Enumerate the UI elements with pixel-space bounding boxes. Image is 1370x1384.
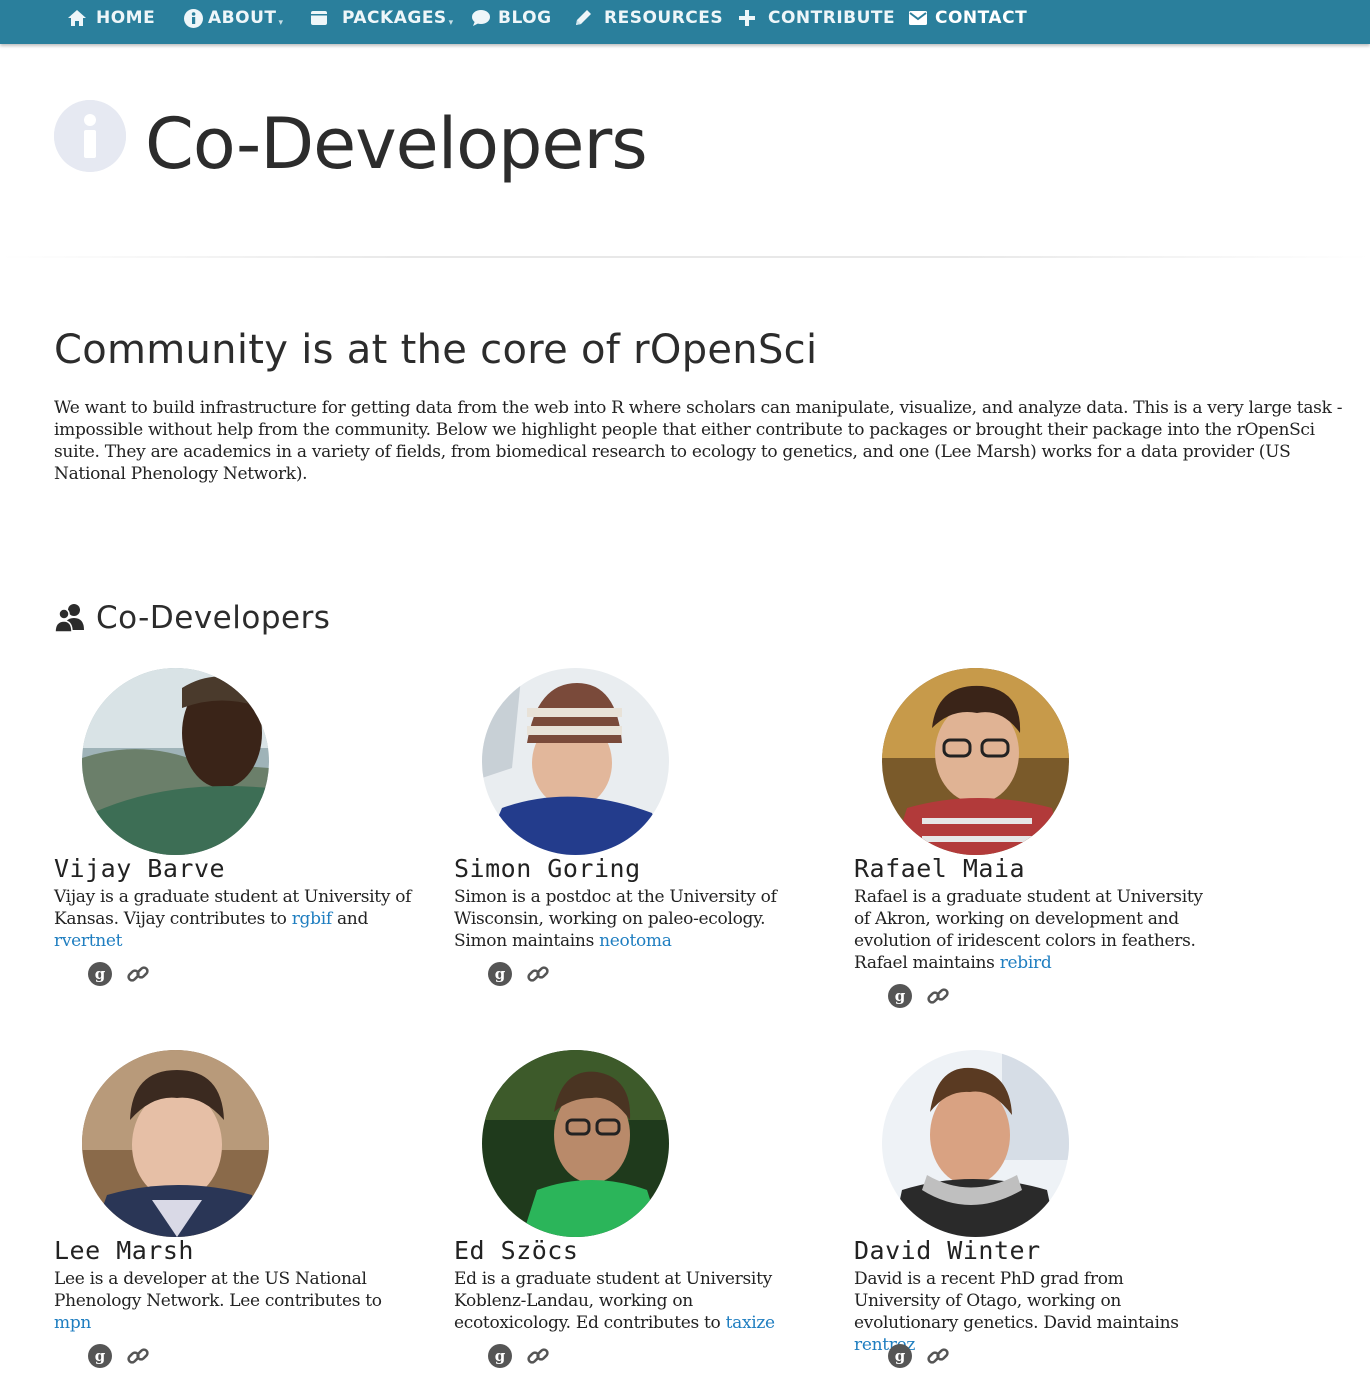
nav-contact[interactable]: CONTACT bbox=[907, 0, 1027, 36]
nav-about-label: ABOUT bbox=[208, 8, 277, 28]
person-card: Rafael Maia Rafael is a graduate student… bbox=[854, 668, 1224, 1018]
profile-links: g bbox=[888, 984, 950, 1008]
bio-text: and bbox=[331, 909, 369, 929]
codevelopers-heading: Co-Developers bbox=[54, 600, 330, 636]
bio-text: Lee is a developer at the US National Ph… bbox=[54, 1269, 382, 1311]
nav-blog[interactable]: BLOG bbox=[470, 0, 552, 36]
person-name: Vijay Barve bbox=[54, 854, 226, 883]
svg-text:g: g bbox=[895, 1347, 906, 1365]
info-icon bbox=[182, 7, 204, 29]
profile-links: g bbox=[488, 962, 550, 986]
profile-links: g bbox=[88, 962, 150, 986]
section-title: Community is at the core of rOpenSci bbox=[54, 327, 818, 373]
chat-bubble-icon bbox=[470, 7, 492, 29]
nav-home-label: HOME bbox=[96, 8, 156, 28]
person-bio: Ed is a graduate student at University K… bbox=[454, 1268, 814, 1334]
google-icon[interactable]: g bbox=[488, 962, 512, 986]
codevelopers-title: Co-Developers bbox=[96, 600, 331, 636]
person-card: Simon Goring Simon is a postdoc at the U… bbox=[454, 668, 824, 998]
person-card: Ed Szöcs Ed is a graduate student at Uni… bbox=[454, 1050, 824, 1380]
info-circle-icon bbox=[54, 100, 126, 172]
person-card: David Winter David is a recent PhD grad … bbox=[854, 1050, 1224, 1380]
avatar bbox=[882, 668, 1069, 855]
package-link[interactable]: mpn bbox=[54, 1313, 91, 1333]
person-name: Lee Marsh bbox=[54, 1236, 194, 1265]
person-bio: Lee is a developer at the US National Ph… bbox=[54, 1268, 414, 1334]
avatar bbox=[82, 668, 269, 855]
person-card: Vijay Barve Vijay is a graduate student … bbox=[54, 668, 424, 998]
person-name: Ed Szöcs bbox=[454, 1236, 579, 1265]
profile-links: g bbox=[488, 1344, 550, 1368]
caret-down-icon: ▾ bbox=[278, 18, 284, 28]
book-icon bbox=[308, 7, 330, 29]
package-link[interactable]: taxize bbox=[726, 1313, 776, 1333]
nav-packages[interactable]: PACKAGES ▾ bbox=[308, 0, 454, 36]
nav-blog-label: BLOG bbox=[498, 8, 552, 28]
nav-contribute[interactable]: CONTRIBUTE bbox=[736, 0, 895, 36]
person-bio: David is a recent PhD grad from Universi… bbox=[854, 1268, 1214, 1356]
nav-packages-label: PACKAGES bbox=[342, 8, 447, 28]
link-icon[interactable] bbox=[126, 1344, 150, 1368]
home-icon bbox=[66, 7, 88, 29]
avatar bbox=[482, 1050, 669, 1237]
google-icon[interactable]: g bbox=[88, 1344, 112, 1368]
pencil-icon bbox=[572, 7, 594, 29]
nav-resources-label: RESOURCES bbox=[604, 8, 724, 28]
google-icon[interactable]: g bbox=[888, 984, 912, 1008]
person-bio: Rafael is a graduate student at Universi… bbox=[854, 886, 1214, 974]
package-link[interactable]: rebird bbox=[1000, 953, 1052, 973]
nav-contact-label: CONTACT bbox=[935, 8, 1028, 28]
nav-resources[interactable]: RESOURCES bbox=[572, 0, 723, 36]
svg-text:g: g bbox=[95, 1347, 106, 1365]
link-icon[interactable] bbox=[526, 962, 550, 986]
person-bio: Simon is a postdoc at the University of … bbox=[454, 886, 814, 952]
package-link[interactable]: rvertnet bbox=[54, 931, 123, 951]
person-name: Simon Goring bbox=[454, 854, 641, 883]
profile-links: g bbox=[888, 1344, 950, 1368]
link-icon[interactable] bbox=[926, 984, 950, 1008]
header-divider bbox=[0, 256, 1370, 258]
link-icon[interactable] bbox=[926, 1344, 950, 1368]
plus-icon bbox=[736, 7, 758, 29]
person-name: David Winter bbox=[854, 1236, 1041, 1265]
intro-paragraph: We want to build infrastructure for gett… bbox=[54, 398, 1343, 484]
avatar bbox=[82, 1050, 269, 1237]
package-link[interactable]: neotoma bbox=[599, 931, 672, 951]
link-icon[interactable] bbox=[526, 1344, 550, 1368]
svg-text:g: g bbox=[895, 987, 906, 1005]
avatar bbox=[882, 1050, 1069, 1237]
top-nav: HOME ABOUT ▾ PACKAGES ▾ BLOG RESOURCES C… bbox=[0, 0, 1370, 44]
person-bio: Vijay is a graduate student at Universit… bbox=[54, 886, 414, 952]
svg-text:g: g bbox=[95, 965, 106, 983]
link-icon[interactable] bbox=[126, 962, 150, 986]
nav-home[interactable]: HOME bbox=[66, 0, 155, 36]
people-icon bbox=[54, 602, 86, 634]
google-icon[interactable]: g bbox=[88, 962, 112, 986]
envelope-icon bbox=[907, 7, 929, 29]
google-icon[interactable]: g bbox=[888, 1344, 912, 1368]
caret-down-icon: ▾ bbox=[448, 18, 454, 28]
nav-contribute-label: CONTRIBUTE bbox=[768, 8, 896, 28]
bio-text: Ed is a graduate student at University K… bbox=[454, 1269, 772, 1333]
bio-text: David is a recent PhD grad from Universi… bbox=[854, 1269, 1179, 1333]
person-card: Lee Marsh Lee is a developer at the US N… bbox=[54, 1050, 424, 1380]
person-name: Rafael Maia bbox=[854, 854, 1026, 883]
google-icon[interactable]: g bbox=[488, 1344, 512, 1368]
svg-text:g: g bbox=[495, 965, 506, 983]
package-link[interactable]: rgbif bbox=[292, 909, 332, 929]
nav-about[interactable]: ABOUT ▾ bbox=[182, 0, 284, 36]
svg-text:g: g bbox=[495, 1347, 506, 1365]
page-title: Co-Developers bbox=[145, 103, 648, 185]
profile-links: g bbox=[88, 1344, 150, 1368]
avatar bbox=[482, 668, 669, 855]
